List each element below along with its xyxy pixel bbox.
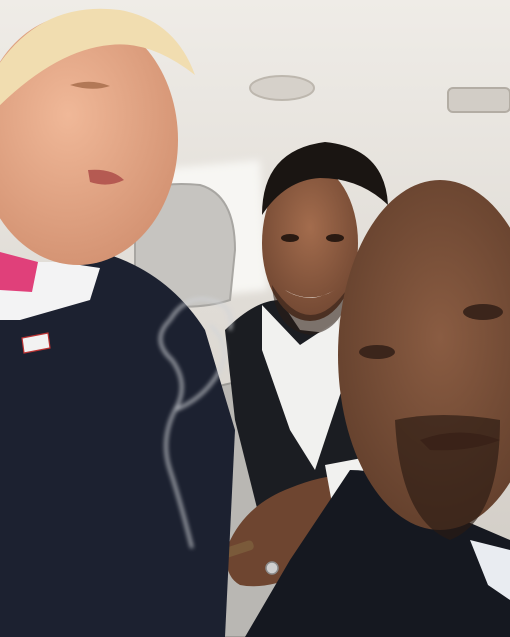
dome-light — [249, 75, 315, 101]
right-person-eye-left — [359, 345, 395, 359]
ceiling-light-panel — [447, 87, 510, 113]
middle-person-eye-left — [281, 234, 299, 242]
photo — [0, 0, 510, 637]
middle-person-eye-right — [326, 234, 344, 242]
photo-canvas — [0, 0, 510, 637]
right-person-eye-right — [463, 304, 503, 320]
ring — [265, 561, 279, 575]
